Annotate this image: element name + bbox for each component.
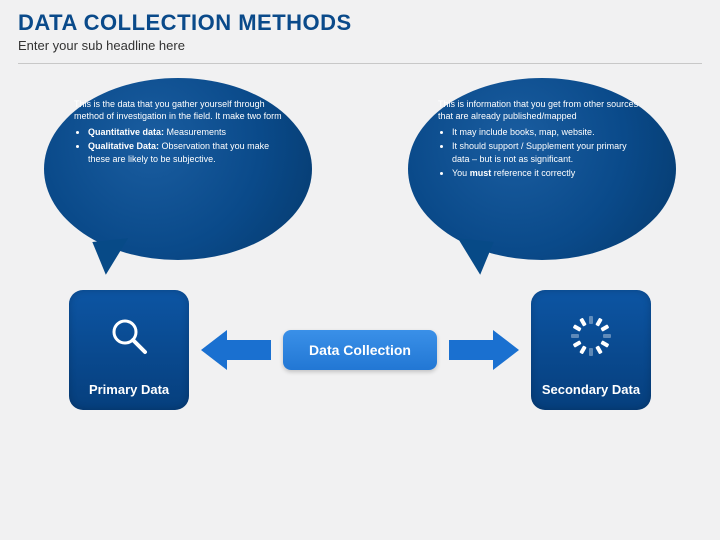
- data-collection-pill: Data Collection: [283, 330, 437, 370]
- secondary-data-bubble: This is information that you get from ot…: [408, 78, 676, 278]
- arrow-right-icon: [449, 330, 519, 370]
- flow-row: Primary Data Data Collection Secondary D…: [0, 278, 720, 416]
- magnifier-icon: [69, 290, 189, 382]
- primary-data-description: This is the data that you gather yoursel…: [74, 98, 282, 167]
- primary-data-bubble: This is the data that you gather yoursel…: [44, 78, 312, 278]
- primary-data-label: Primary Data: [81, 382, 177, 398]
- arrow-left-icon: [201, 330, 271, 370]
- speech-bubbles: This is the data that you gather yoursel…: [0, 64, 720, 278]
- page-subtitle: Enter your sub headline here: [18, 38, 702, 53]
- page-title: DATA COLLECTION METHODS: [18, 10, 702, 36]
- secondary-data-description: This is information that you get from ot…: [438, 98, 646, 181]
- header: DATA COLLECTION METHODS Enter your sub h…: [0, 0, 720, 59]
- secondary-data-label: Secondary Data: [534, 382, 648, 398]
- loading-dots-icon: [531, 290, 651, 382]
- primary-data-node: Primary Data: [69, 290, 189, 410]
- secondary-data-node: Secondary Data: [531, 290, 651, 410]
